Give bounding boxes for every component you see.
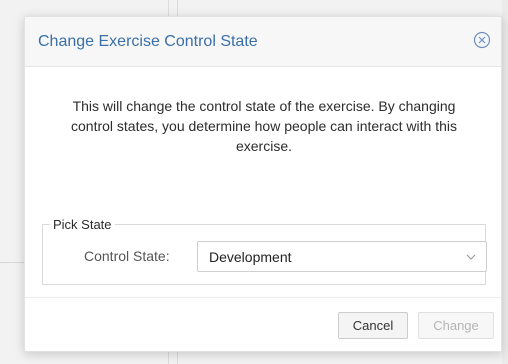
fieldset-legend: Pick State	[50, 217, 115, 233]
control-state-value: Development	[209, 249, 292, 265]
dialog-message: This will change the control state of th…	[71, 98, 457, 154]
background-divider	[0, 262, 24, 263]
dialog-header: Change Exercise Control State	[25, 17, 501, 67]
change-control-state-dialog: Change Exercise Control State This will …	[24, 16, 502, 352]
pick-state-fieldset: Pick State Control State: Development	[42, 217, 487, 285]
control-state-select[interactable]: Development	[197, 241, 487, 272]
change-button[interactable]: Change	[418, 312, 494, 339]
background-edge	[502, 0, 508, 364]
cancel-button[interactable]: Cancel	[338, 312, 408, 339]
background-divider	[168, 0, 178, 16]
dialog-footer: Cancel Change	[25, 297, 501, 351]
chevron-down-icon	[466, 252, 476, 262]
control-state-label: Control State:	[84, 248, 170, 264]
close-icon	[473, 31, 491, 49]
background-divider	[168, 350, 178, 364]
dialog-title: Change Exercise Control State	[38, 33, 258, 50]
close-button[interactable]	[473, 31, 491, 49]
